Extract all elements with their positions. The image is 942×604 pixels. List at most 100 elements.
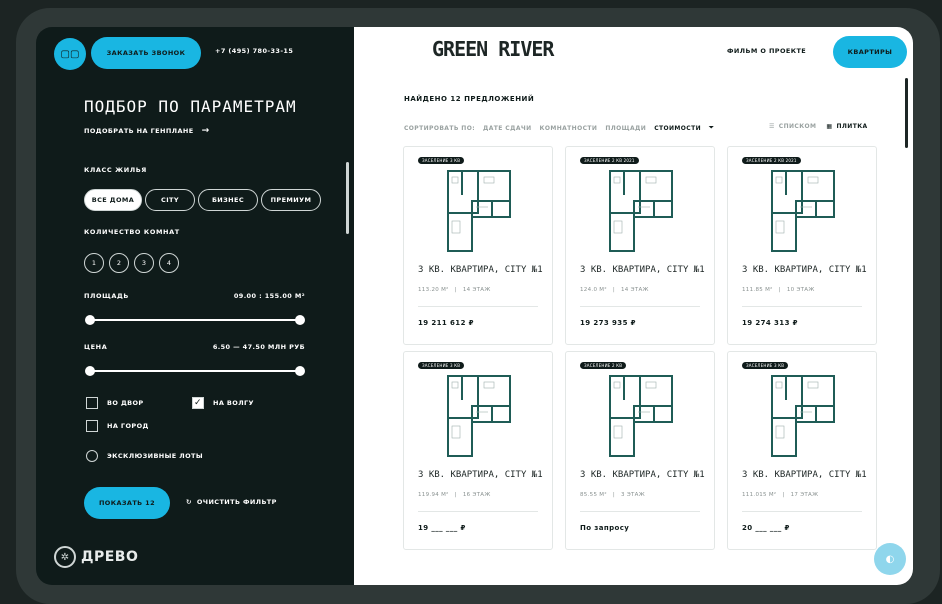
sort-by-area[interactable]: ПЛОЩАДИ bbox=[605, 125, 646, 132]
card-area: 113.20 М² bbox=[418, 287, 449, 293]
price-range-value: 6.50 — 47.50 МЛН РУБ bbox=[212, 343, 305, 351]
apartment-card[interactable]: ЗАСЕЛЕНИЕ 2 КВ 2021 3 КВ. КВАРТИРА, CITY… bbox=[565, 146, 715, 345]
room-option-4[interactable]: 4 bbox=[159, 253, 179, 273]
clear-filter-label: ОЧИСТИТЬ ФИЛЬТР bbox=[196, 498, 277, 506]
class-pill-city[interactable]: CITY bbox=[145, 189, 195, 211]
room-option-2[interactable]: 2 bbox=[109, 253, 129, 273]
card-meta: 111.85 М² | 10 ЭТАЖ bbox=[742, 287, 815, 293]
view-toggle: ☰ СПИСКОМ ▦ ПЛИТКА bbox=[769, 123, 868, 130]
card-title: 3 КВ. КВАРТИРА, CITY №1 bbox=[418, 470, 543, 480]
card-price: 19 273 935 ₽ bbox=[580, 319, 636, 327]
filter-title: ПОДБОР ПО ПАРАМЕТРАМ bbox=[84, 97, 297, 116]
meta-divider: | bbox=[778, 287, 781, 293]
drevo-logo[interactable]: ✲ ДРЕВО bbox=[54, 546, 138, 568]
view-list-button[interactable]: ☰ СПИСКОМ bbox=[769, 123, 816, 130]
check-volga[interactable]: ✓ НА ВОЛГУ bbox=[192, 397, 254, 409]
card-area: 111.85 М² bbox=[742, 287, 773, 293]
floor-plan-icon bbox=[771, 375, 835, 457]
film-link[interactable]: ФИЛЬМ О ПРОЕКТЕ bbox=[727, 47, 806, 55]
checkbox-courtyard[interactable] bbox=[86, 397, 98, 409]
floor-plan-icon bbox=[609, 170, 673, 252]
area-slider-min-handle[interactable] bbox=[85, 315, 95, 325]
move-in-tag: ЗАСЕЛЕНИЕ 3 КВ bbox=[742, 362, 789, 369]
card-divider bbox=[418, 511, 538, 512]
card-divider bbox=[742, 306, 862, 307]
area-label: ПЛОЩАДЬ bbox=[84, 292, 129, 300]
apartment-card[interactable]: ЗАСЕЛЕНИЕ 3 КВ 3 КВ. КВАРТИРА, CITY №1 1… bbox=[727, 351, 877, 550]
card-floor: 14 ЭТАЖ bbox=[621, 287, 649, 293]
area-slider[interactable] bbox=[85, 315, 305, 325]
card-divider bbox=[580, 511, 700, 512]
meta-divider: | bbox=[454, 287, 457, 293]
results-count: НАЙДЕНО 12 ПРЕДЛОЖЕНИЙ bbox=[404, 95, 535, 103]
brand-logo[interactable]: GREEN RIVER bbox=[432, 37, 554, 61]
move-in-tag: ЗАСЕЛЕНИЕ 2 КВ 2021 bbox=[580, 157, 639, 164]
card-price: 19 211 612 ₽ bbox=[418, 319, 474, 327]
refresh-icon: ↻ bbox=[186, 498, 192, 506]
sort-label: СОРТИРОВАТЬ ПО: bbox=[404, 124, 476, 132]
card-price: 19 274 313 ₽ bbox=[742, 319, 798, 327]
rooms-selector: 1 2 3 4 bbox=[84, 253, 179, 273]
card-divider bbox=[418, 306, 538, 307]
results-panel: GREEN RIVER ФИЛЬМ О ПРОЕКТЕ КВАРТИРЫ НАЙ… bbox=[354, 27, 913, 585]
card-title: 3 КВ. КВАРТИРА, CITY №1 bbox=[742, 265, 867, 275]
card-meta: 85.55 М² | 3 ЭТАЖ bbox=[580, 492, 645, 498]
meta-divider: | bbox=[782, 492, 785, 498]
exclusive-radio[interactable] bbox=[86, 450, 98, 462]
card-area: 119.94 М² bbox=[418, 492, 449, 498]
results-scrollbar[interactable] bbox=[905, 78, 908, 148]
room-option-1[interactable]: 1 bbox=[84, 253, 104, 273]
sort-direction-icon[interactable]: ⏷ bbox=[709, 124, 714, 132]
move-in-tag: ЗАСЕЛЕНИЕ 3 КВ bbox=[418, 157, 465, 164]
sort-by-date[interactable]: ДАТЕ СДАЧИ bbox=[483, 125, 532, 132]
card-title: 3 КВ. КВАРТИРА, CITY №1 bbox=[418, 265, 543, 275]
list-icon: ☰ bbox=[769, 123, 775, 130]
view-tiles-button[interactable]: ▦ ПЛИТКА bbox=[826, 123, 867, 130]
apartment-card[interactable]: ЗАСЕЛЕНИЕ 3 КВ 3 КВ. КВАРТИРА, CITY №1 1… bbox=[403, 351, 553, 550]
tree-logo-icon: ✲ bbox=[54, 546, 76, 568]
check-city-label: НА ГОРОД bbox=[107, 422, 149, 430]
filter-scrollbar[interactable] bbox=[346, 162, 349, 234]
move-in-tag: ЗАСЕЛЕНИЕ 2 КВ bbox=[580, 362, 627, 369]
card-meta: 111.015 М² | 17 ЭТАЖ bbox=[742, 492, 818, 498]
card-area: 111.015 М² bbox=[742, 492, 777, 498]
plan-link[interactable]: ПОДОБРАТЬ НА ГЕНПЛАНЕ → bbox=[84, 126, 210, 136]
card-area: 124.0 М² bbox=[580, 287, 607, 293]
room-option-3[interactable]: 3 bbox=[134, 253, 154, 273]
arrow-right-icon: → bbox=[201, 126, 210, 136]
card-floor: 10 ЭТАЖ bbox=[786, 287, 815, 293]
grid-menu-icon[interactable]: ▢▢ bbox=[54, 38, 86, 70]
area-slider-max-handle[interactable] bbox=[295, 315, 305, 325]
show-results-button[interactable]: ПОКАЗАТЬ 12 bbox=[84, 487, 170, 519]
class-pill-all[interactable]: ВСЕ ДОМА bbox=[84, 189, 142, 211]
meta-divider: | bbox=[454, 492, 457, 498]
apartment-card[interactable]: ЗАСЕЛЕНИЕ 3 КВ 3 КВ. КВАРТИРА, CITY №1 1… bbox=[403, 146, 553, 345]
area-range-value: 09.00 : 155.00 М² bbox=[233, 292, 305, 300]
class-pill-premium[interactable]: ПРЕМИУМ bbox=[261, 189, 321, 211]
apartment-card[interactable]: ЗАСЕЛЕНИЕ 2 КВ 2021 3 КВ. КВАРТИРА, CITY… bbox=[727, 146, 877, 345]
apartment-card[interactable]: ЗАСЕЛЕНИЕ 2 КВ 3 КВ. КВАРТИРА, CITY №1 8… bbox=[565, 351, 715, 550]
chat-fab-icon[interactable]: ◐ bbox=[874, 543, 906, 575]
price-slider[interactable] bbox=[85, 366, 305, 376]
class-pill-business[interactable]: БИЗНЕС bbox=[198, 189, 258, 211]
call-request-button[interactable]: ЗАКАЗАТЬ ЗВОНОК bbox=[91, 37, 201, 69]
checkbox-volga[interactable]: ✓ bbox=[192, 397, 204, 409]
price-slider-max-handle[interactable] bbox=[295, 366, 305, 376]
sort-by-rooms[interactable]: КОМНАТНОСТИ bbox=[540, 125, 598, 132]
exclusive-lots[interactable]: ЭКСКЛЮЗИВНЫЕ ЛОТЫ bbox=[86, 450, 203, 462]
check-courtyard[interactable]: ВО ДВОР bbox=[86, 397, 144, 409]
card-price: 20 ___ ___ ₽ bbox=[742, 524, 790, 532]
meta-divider: | bbox=[612, 492, 615, 498]
view-tiles-label: ПЛИТКА bbox=[836, 123, 868, 130]
checkbox-city[interactable] bbox=[86, 420, 98, 432]
price-slider-min-handle[interactable] bbox=[85, 366, 95, 376]
meta-divider: | bbox=[612, 287, 615, 293]
check-city[interactable]: НА ГОРОД bbox=[86, 420, 149, 432]
view-list-label: СПИСКОМ bbox=[778, 123, 817, 130]
app-screen: ▢▢ ЗАКАЗАТЬ ЗВОНОК +7 (495) 780-33-15 ПО… bbox=[36, 27, 913, 585]
sort-by-price[interactable]: СТОИМОСТИ bbox=[654, 125, 701, 132]
clear-filter-button[interactable]: ↻ ОЧИСТИТЬ ФИЛЬТР bbox=[186, 498, 277, 506]
phone-number[interactable]: +7 (495) 780-33-15 bbox=[215, 47, 293, 55]
apartments-button[interactable]: КВАРТИРЫ bbox=[833, 36, 907, 68]
check-courtyard-label: ВО ДВОР bbox=[107, 399, 144, 407]
